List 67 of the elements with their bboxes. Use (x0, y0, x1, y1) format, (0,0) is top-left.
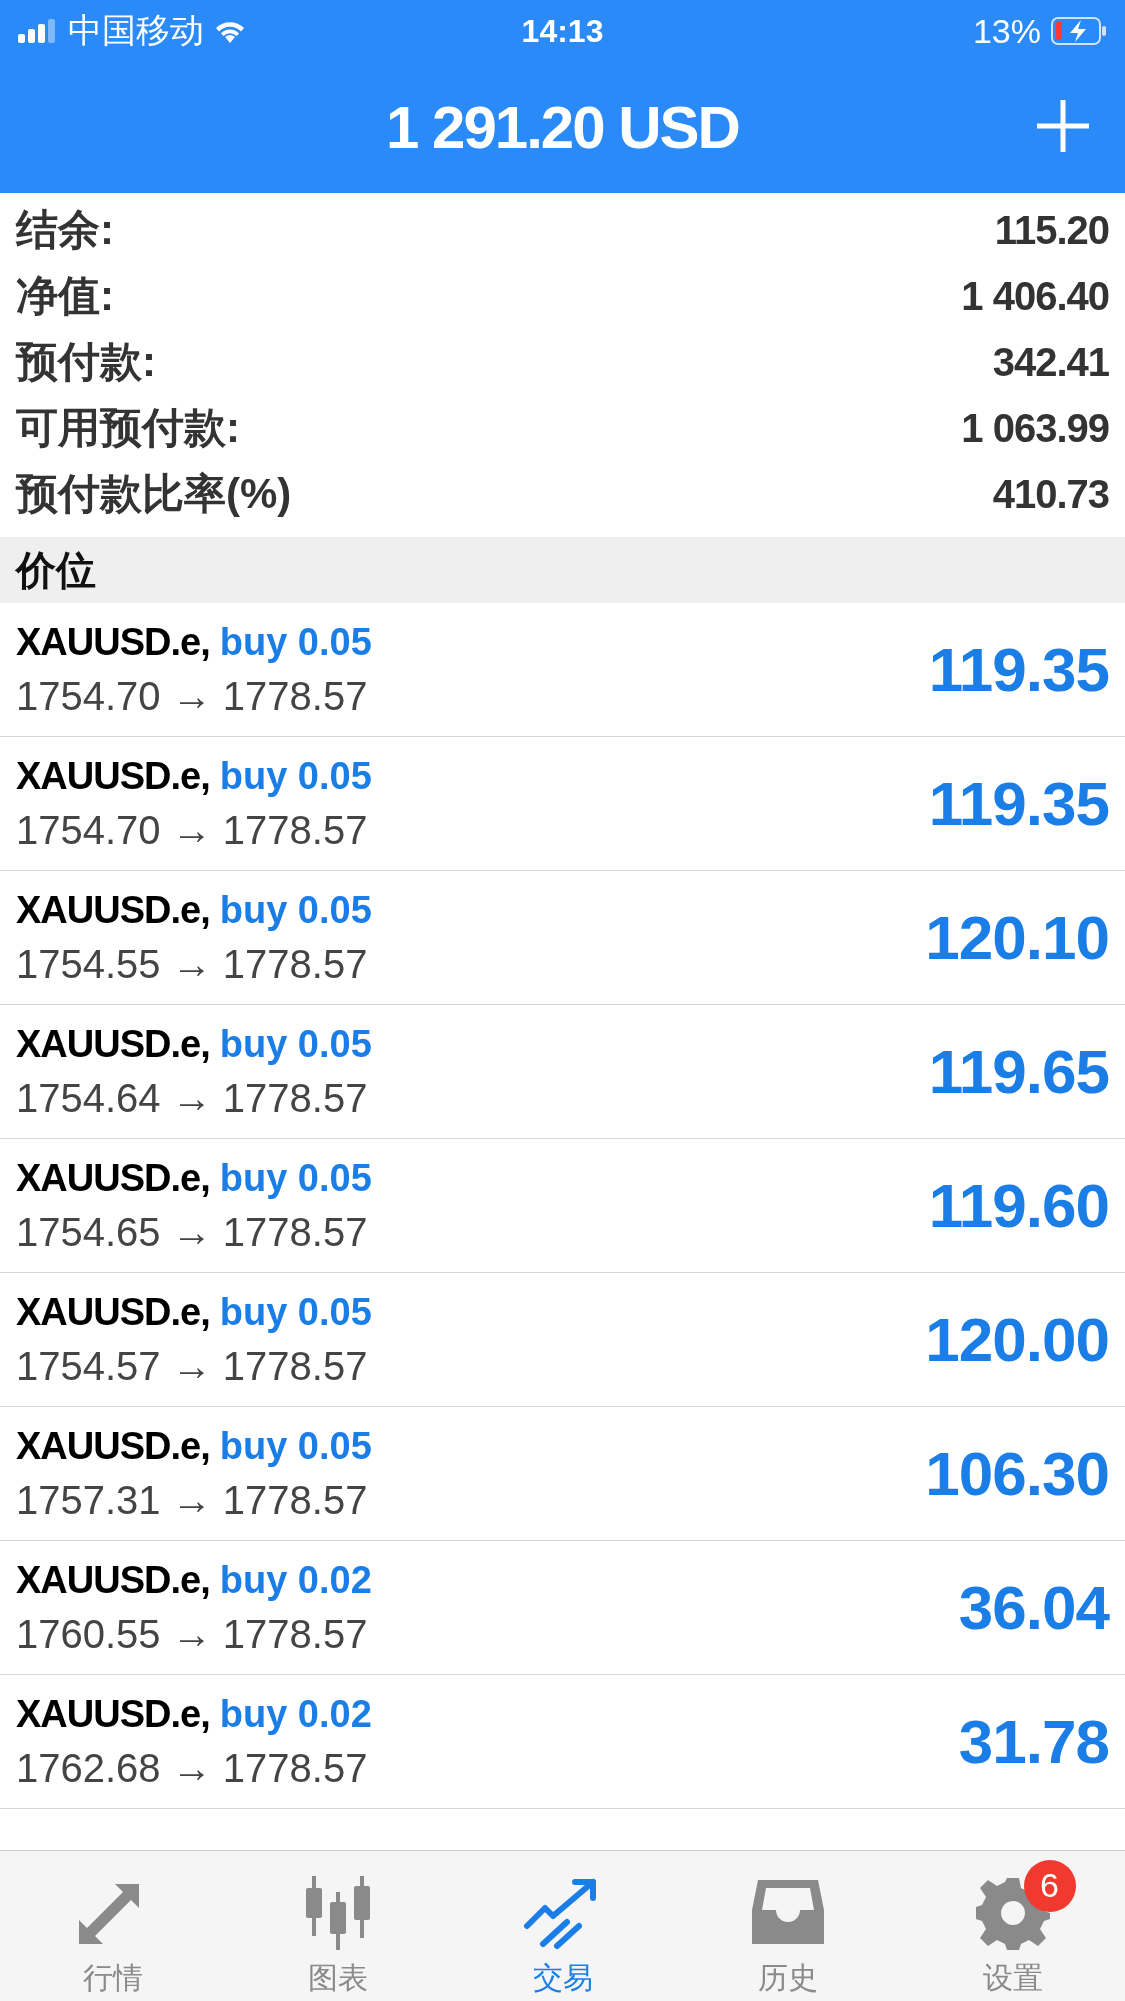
order-type: buy 0.02 (219, 1558, 372, 1602)
price-range: 1760.55 → 1778.57 (16, 1611, 369, 1657)
position-row[interactable]: XAUUSD.e, buy 0.02 1760.55 → 1778.57 36.04 (0, 1541, 1125, 1675)
profit-value: 31.78 (958, 1706, 1109, 1777)
price-range: 1754.64 → 1778.57 (16, 1075, 369, 1121)
price-range: 1754.57 → 1778.57 (16, 1343, 369, 1389)
position-row[interactable]: XAUUSD.e, buy 0.02 1762.68 → 1778.57 31.78 (0, 1675, 1125, 1809)
summary-label: 结余: (16, 205, 114, 255)
order-type: buy 0.05 (219, 888, 372, 932)
summary-value: 1 406.40 (961, 273, 1109, 319)
profit-value: 120.10 (925, 902, 1109, 973)
summary-label: 预付款比率(%) (16, 469, 292, 519)
position-row[interactable]: XAUUSD.e, buy 0.05 1754.64 → 1778.57 119.65 (0, 1005, 1125, 1139)
summary-label: 预付款: (16, 337, 156, 387)
price-range: 1762.68 → 1778.57 (16, 1745, 369, 1791)
battery-charging-icon (1051, 17, 1107, 45)
summary-label: 可用预付款: (16, 403, 240, 453)
summary-value: 115.20 (994, 207, 1109, 253)
profit-value: 119.60 (928, 1170, 1109, 1241)
price-range: 1754.70 → 1778.57 (16, 807, 369, 853)
wifi-icon (214, 19, 246, 43)
tab-item[interactable]: 6 设置 (922, 1853, 1103, 1999)
profit-value: 106.30 (925, 1438, 1109, 1509)
summary-label: 净值: (16, 271, 114, 321)
notification-badge: 6 (1023, 1859, 1076, 1912)
symbol-name: XAUUSD.e, (16, 754, 210, 798)
summary-value: 342.41 (992, 339, 1109, 385)
profit-value: 119.35 (928, 768, 1109, 839)
battery-percent: 13% (972, 11, 1041, 51)
order-type: buy 0.05 (219, 1156, 372, 1200)
position-row[interactable]: XAUUSD.e, buy 0.05 1754.70 → 1778.57 119.35 (0, 603, 1125, 737)
account-balance-title: 1 291.20 USD (386, 93, 739, 162)
symbol-name: XAUUSD.e, (16, 1558, 210, 1602)
order-type: buy 0.05 (219, 1290, 372, 1334)
tab-item[interactable]: 交易 (472, 1853, 653, 1999)
signal-icon (18, 19, 58, 43)
order-type: buy 0.05 (219, 754, 372, 798)
position-row[interactable]: XAUUSD.e, buy 0.05 1754.70 → 1778.57 119.35 (0, 737, 1125, 871)
add-icon[interactable] (1035, 98, 1091, 154)
symbol-name: XAUUSD.e, (16, 1156, 210, 1200)
order-type: buy 0.05 (219, 1022, 372, 1066)
symbol-name: XAUUSD.e, (16, 888, 210, 932)
profit-value: 119.35 (928, 634, 1109, 705)
price-range: 1754.55 → 1778.57 (16, 941, 369, 987)
position-row[interactable]: XAUUSD.e, buy 0.05 1754.57 → 1778.57 120.00 (0, 1273, 1125, 1407)
order-type: buy 0.05 (219, 1424, 372, 1468)
position-row[interactable]: XAUUSD.e, buy 0.05 1754.55 → 1778.57 120.10 (0, 871, 1125, 1005)
symbol-name: XAUUSD.e, (16, 1022, 210, 1066)
profit-value: 119.65 (928, 1036, 1109, 1107)
symbol-name: XAUUSD.e, (16, 620, 210, 664)
symbol-name: XAUUSD.e, (16, 1424, 210, 1468)
price-range: 1754.70 → 1778.57 (16, 673, 369, 719)
symbol-name: XAUUSD.e, (16, 1290, 210, 1334)
position-row[interactable]: XAUUSD.e, buy 0.05 1754.65 → 1778.57 119.60 (0, 1139, 1125, 1273)
price-range: 1754.65 → 1778.57 (16, 1209, 369, 1255)
clock-time: 14:13 (521, 12, 604, 50)
summary-value: 1 063.99 (961, 405, 1109, 451)
order-type: buy 0.02 (219, 1692, 372, 1736)
price-range: 1757.31 → 1778.57 (16, 1477, 369, 1523)
summary-value: 410.73 (992, 471, 1109, 517)
position-row[interactable]: XAUUSD.e, buy 0.05 1757.31 → 1778.57 106.30 (0, 1407, 1125, 1541)
section-title: 价位 (16, 546, 96, 594)
profit-value: 36.04 (958, 1572, 1109, 1643)
order-type: buy 0.05 (219, 620, 372, 664)
profit-value: 120.00 (925, 1304, 1109, 1375)
symbol-name: XAUUSD.e, (16, 1692, 210, 1736)
carrier-name: 中国移动 (68, 10, 204, 51)
